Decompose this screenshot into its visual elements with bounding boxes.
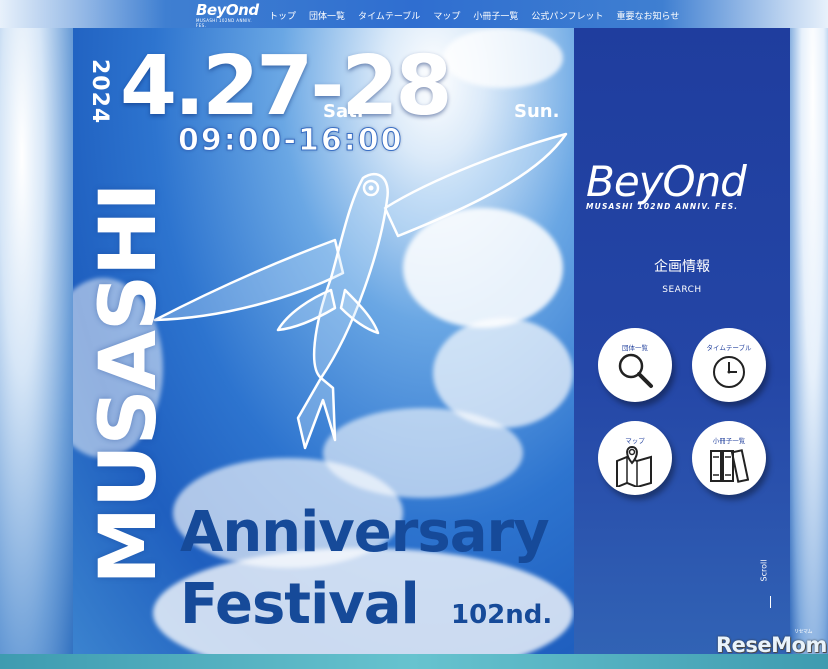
nav-item-map[interactable]: マップ [433, 9, 460, 22]
top-navigation: BeyOnd MUSASHI 102ND ANNIV. FES. トップ 団体一… [0, 0, 828, 28]
books-icon [710, 449, 749, 483]
timetable-button[interactable]: タイムテーブル [692, 328, 766, 402]
scroll-indicator-line [770, 596, 771, 608]
scroll-indicator-label[interactable]: Scroll [759, 560, 768, 582]
poster-vertical-title: MUSASHI [84, 138, 174, 630]
brand-logo: BeyOnd MUSASHI 102ND ANNIV. FES. [586, 160, 786, 220]
nav-item-pamphlet[interactable]: 公式パンフレット [531, 9, 603, 22]
poster-vertical-title-text: MUSASHI [84, 183, 174, 585]
brand-logo-word: BeyOnd [586, 157, 747, 206]
festival-poster: 2024 MUSASHI 4.27-28 Sat. Sun. 09:00-16:… [73, 28, 574, 654]
nav-item-booklets[interactable]: 小冊子一覧 [473, 9, 518, 22]
clock-icon [713, 356, 745, 388]
poster-time: 09:00-16:00 [177, 123, 404, 159]
booklets-button[interactable]: 小冊子一覧 [692, 421, 766, 495]
nav-item-timetable[interactable]: タイムテーブル [358, 9, 420, 22]
nav-logo[interactable]: BeyOnd MUSASHI 102ND ANNIV. FES. [196, 1, 260, 29]
brand-logo-sub: MUSASHI 102ND ANNIV. FES. [586, 202, 739, 211]
poster-day-saturday: Sat. [323, 101, 364, 122]
poster-festival: Festival [180, 572, 420, 637]
nav-logo-sub: MUSASHI 102ND ANNIV. FES. [196, 18, 253, 28]
resemom-watermark: ReseMom リセマム [716, 629, 827, 657]
poster-anniversary: Anniversary [180, 500, 550, 565]
nav-menu: トップ 団体一覧 タイムテーブル マップ 小冊子一覧 公式パンフレット 重要なお… [269, 9, 692, 22]
groups-button[interactable]: 団体一覧 [598, 328, 672, 402]
poster-year: 2024 [87, 59, 112, 125]
map-button[interactable]: マップ [598, 421, 672, 495]
magnifier-icon [618, 353, 653, 388]
poster-date: 4.27-28 [120, 39, 452, 134]
bottom-wave-strip [0, 654, 828, 669]
poster-day-sunday: Sun. [514, 101, 560, 122]
poster-edition: 102nd. [451, 600, 553, 630]
nav-item-notices[interactable]: 重要なお知らせ [617, 9, 680, 22]
map-icon [616, 445, 652, 487]
nav-item-top[interactable]: トップ [269, 9, 296, 22]
section-title: 企画情報 [654, 259, 710, 275]
nav-item-groups[interactable]: 団体一覧 [309, 9, 345, 22]
resemom-watermark-kana: リセマム [794, 629, 813, 635]
background-sky-right [790, 28, 828, 669]
nav-logo-word: BeyOnd [196, 1, 259, 19]
section-subtitle: SEARCH [662, 285, 702, 295]
background-sky-left [0, 28, 73, 669]
resemom-watermark-text: ReseMom [716, 633, 827, 657]
